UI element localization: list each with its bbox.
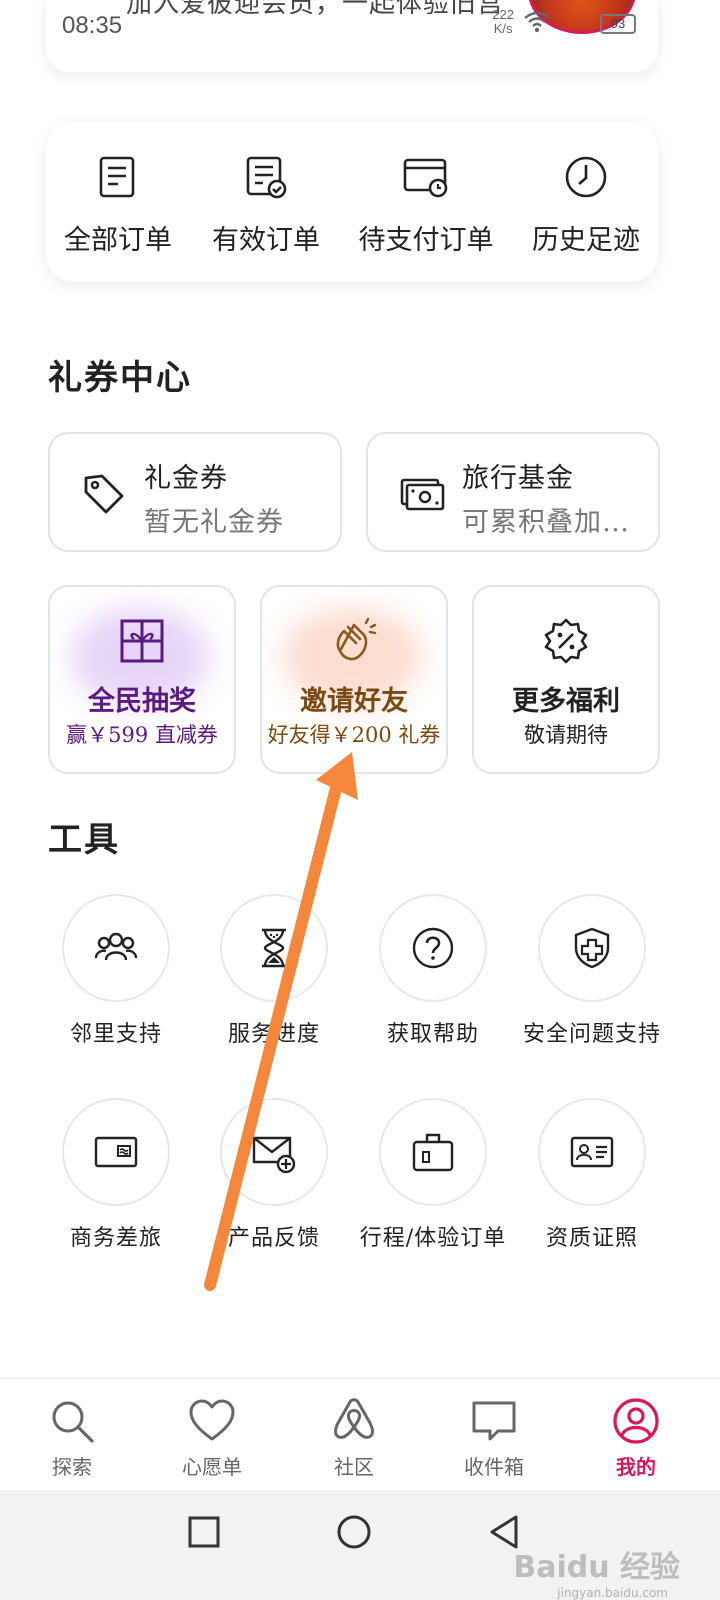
airbnb-logo-icon bbox=[334, 1398, 374, 1439]
travel-fund-card[interactable]: 旅行基金 可累积叠加… bbox=[366, 432, 660, 552]
nav-explore-label: 探索 bbox=[52, 1455, 92, 1479]
wifi-icon bbox=[524, 11, 550, 33]
tool-trip-orders[interactable]: 行程/体验订单 bbox=[357, 1098, 507, 1288]
business-card-icon bbox=[94, 1136, 138, 1168]
question-circle-icon bbox=[412, 927, 454, 969]
nav-profile[interactable]: 我的 bbox=[564, 1379, 708, 1491]
hourglass-icon bbox=[262, 928, 286, 968]
tool-neighborhood-support[interactable]: 邻里支持 bbox=[40, 894, 190, 1084]
lottery-title: 全民抽奖 bbox=[88, 686, 196, 717]
discount-badge-icon bbox=[544, 618, 588, 664]
lottery-card[interactable]: 全民抽奖 赢￥599 直减券 bbox=[48, 585, 236, 774]
invite-friends-card[interactable]: 邀请好友 好友得￥200 礼券 bbox=[260, 585, 448, 774]
travel-fund-title: 旅行基金 bbox=[462, 463, 574, 494]
tool-get-help[interactable]: 获取帮助 bbox=[357, 894, 507, 1084]
people-group-icon bbox=[94, 932, 138, 961]
document-list-icon bbox=[99, 156, 135, 198]
order-pending-payment[interactable]: 待支付订单 bbox=[356, 122, 496, 282]
tag-icon bbox=[84, 474, 124, 514]
nav-community-label: 社区 bbox=[334, 1455, 374, 1479]
more-benefits-title: 更多福利 bbox=[512, 686, 620, 717]
order-all-label: 全部订单 bbox=[64, 225, 172, 256]
mail-plus-icon bbox=[252, 1136, 296, 1174]
recent-apps-icon[interactable] bbox=[184, 1512, 224, 1552]
tool-circle bbox=[538, 1098, 646, 1206]
document-check-icon bbox=[246, 156, 287, 199]
nav-community[interactable]: 社区 bbox=[282, 1379, 426, 1491]
nav-explore[interactable]: 探索 bbox=[0, 1379, 144, 1491]
profile-icon bbox=[613, 1398, 659, 1444]
coupon-card-title: 礼金券 bbox=[144, 463, 228, 494]
travel-fund-subtitle: 可累积叠加… bbox=[462, 507, 630, 538]
tool-label: 安全问题支持 bbox=[522, 1022, 661, 1047]
tool-circle bbox=[220, 894, 328, 1002]
tool-label: 获取帮助 bbox=[386, 1022, 479, 1047]
tool-label: 邻里支持 bbox=[69, 1022, 162, 1047]
id-card-icon bbox=[570, 1136, 614, 1168]
tool-credentials[interactable]: 资质证照 bbox=[516, 1098, 666, 1288]
tool-label: 服务进度 bbox=[227, 1022, 320, 1047]
tool-circle bbox=[538, 894, 646, 1002]
tool-safety-support[interactable]: 安全问题支持 bbox=[516, 894, 666, 1084]
tool-circle bbox=[379, 894, 487, 1002]
search-icon bbox=[52, 1401, 94, 1443]
card-clock-icon bbox=[403, 158, 448, 198]
coupon-section-title: 礼券中心 bbox=[48, 358, 192, 398]
battery-indicator: 93 bbox=[600, 14, 636, 34]
system-nav-bar: Baidu 经验 jingyan.baidu.com bbox=[0, 1490, 720, 1600]
tool-business-travel[interactable]: 商务差旅 bbox=[40, 1098, 190, 1288]
gift-box-icon bbox=[120, 619, 164, 663]
chat-bubble-icon bbox=[472, 1401, 516, 1441]
tool-circle bbox=[220, 1098, 328, 1206]
order-all[interactable]: 全部订单 bbox=[48, 122, 188, 282]
clock-icon bbox=[565, 156, 607, 198]
shield-plus-icon bbox=[574, 927, 610, 969]
lottery-subtitle: 赢￥599 直减券 bbox=[66, 723, 218, 747]
order-history-label: 历史足迹 bbox=[532, 225, 640, 256]
orders-card: 全部订单 有效订单 待支付订单 历史足迹 bbox=[46, 122, 658, 282]
nav-wishlist-label: 心愿单 bbox=[182, 1455, 242, 1479]
tool-product-feedback[interactable]: 产品反馈 bbox=[198, 1098, 348, 1288]
order-valid[interactable]: 有效订单 bbox=[196, 122, 336, 282]
order-pending-label: 待支付订单 bbox=[358, 225, 494, 256]
tools-section-title: 工具 bbox=[48, 820, 120, 860]
tool-label: 行程/体验订单 bbox=[359, 1226, 507, 1251]
nav-wishlist[interactable]: 心愿单 bbox=[140, 1379, 284, 1491]
heart-icon bbox=[189, 1399, 235, 1441]
order-history[interactable]: 历史足迹 bbox=[516, 122, 656, 282]
luggage-icon bbox=[412, 1133, 454, 1172]
tool-label: 资质证照 bbox=[545, 1226, 638, 1251]
invite-subtitle: 好友得￥200 礼券 bbox=[267, 723, 441, 747]
nav-inbox[interactable]: 收件箱 bbox=[422, 1379, 566, 1491]
status-bar: 08:35 222 K/s 93 bbox=[0, 0, 720, 48]
tool-circle bbox=[379, 1098, 487, 1206]
status-time: 08:35 bbox=[62, 12, 123, 39]
order-valid-label: 有效订单 bbox=[212, 225, 320, 256]
tool-label: 商务差旅 bbox=[69, 1226, 162, 1251]
watermark: Baidu 经验 bbox=[513, 1550, 680, 1585]
net-speed: 222 K/s bbox=[492, 7, 514, 36]
cash-icon bbox=[400, 478, 445, 511]
more-benefits-card[interactable]: 更多福利 敬请期待 bbox=[472, 585, 660, 774]
more-benefits-subtitle: 敬请期待 bbox=[524, 723, 608, 747]
clapping-hands-icon bbox=[336, 617, 377, 661]
invite-title: 邀请好友 bbox=[300, 686, 408, 717]
status-indicators: 222 K/s bbox=[492, 8, 550, 36]
tool-service-progress[interactable]: 服务进度 bbox=[198, 894, 348, 1084]
coupon-card-subtitle: 暂无礼金券 bbox=[144, 507, 284, 538]
tool-circle bbox=[62, 894, 170, 1002]
tool-label: 产品反馈 bbox=[227, 1226, 320, 1251]
watermark-url: jingyan.baidu.com bbox=[557, 1586, 668, 1600]
nav-inbox-label: 收件箱 bbox=[464, 1455, 524, 1479]
home-icon[interactable] bbox=[334, 1512, 374, 1552]
bottom-nav: 探索 心愿单 社区 收件箱 我的 bbox=[0, 1378, 720, 1490]
nav-profile-label: 我的 bbox=[616, 1455, 656, 1479]
gift-cash-coupon-card[interactable]: 礼金券 暂无礼金券 bbox=[48, 432, 342, 552]
tool-circle bbox=[62, 1098, 170, 1206]
